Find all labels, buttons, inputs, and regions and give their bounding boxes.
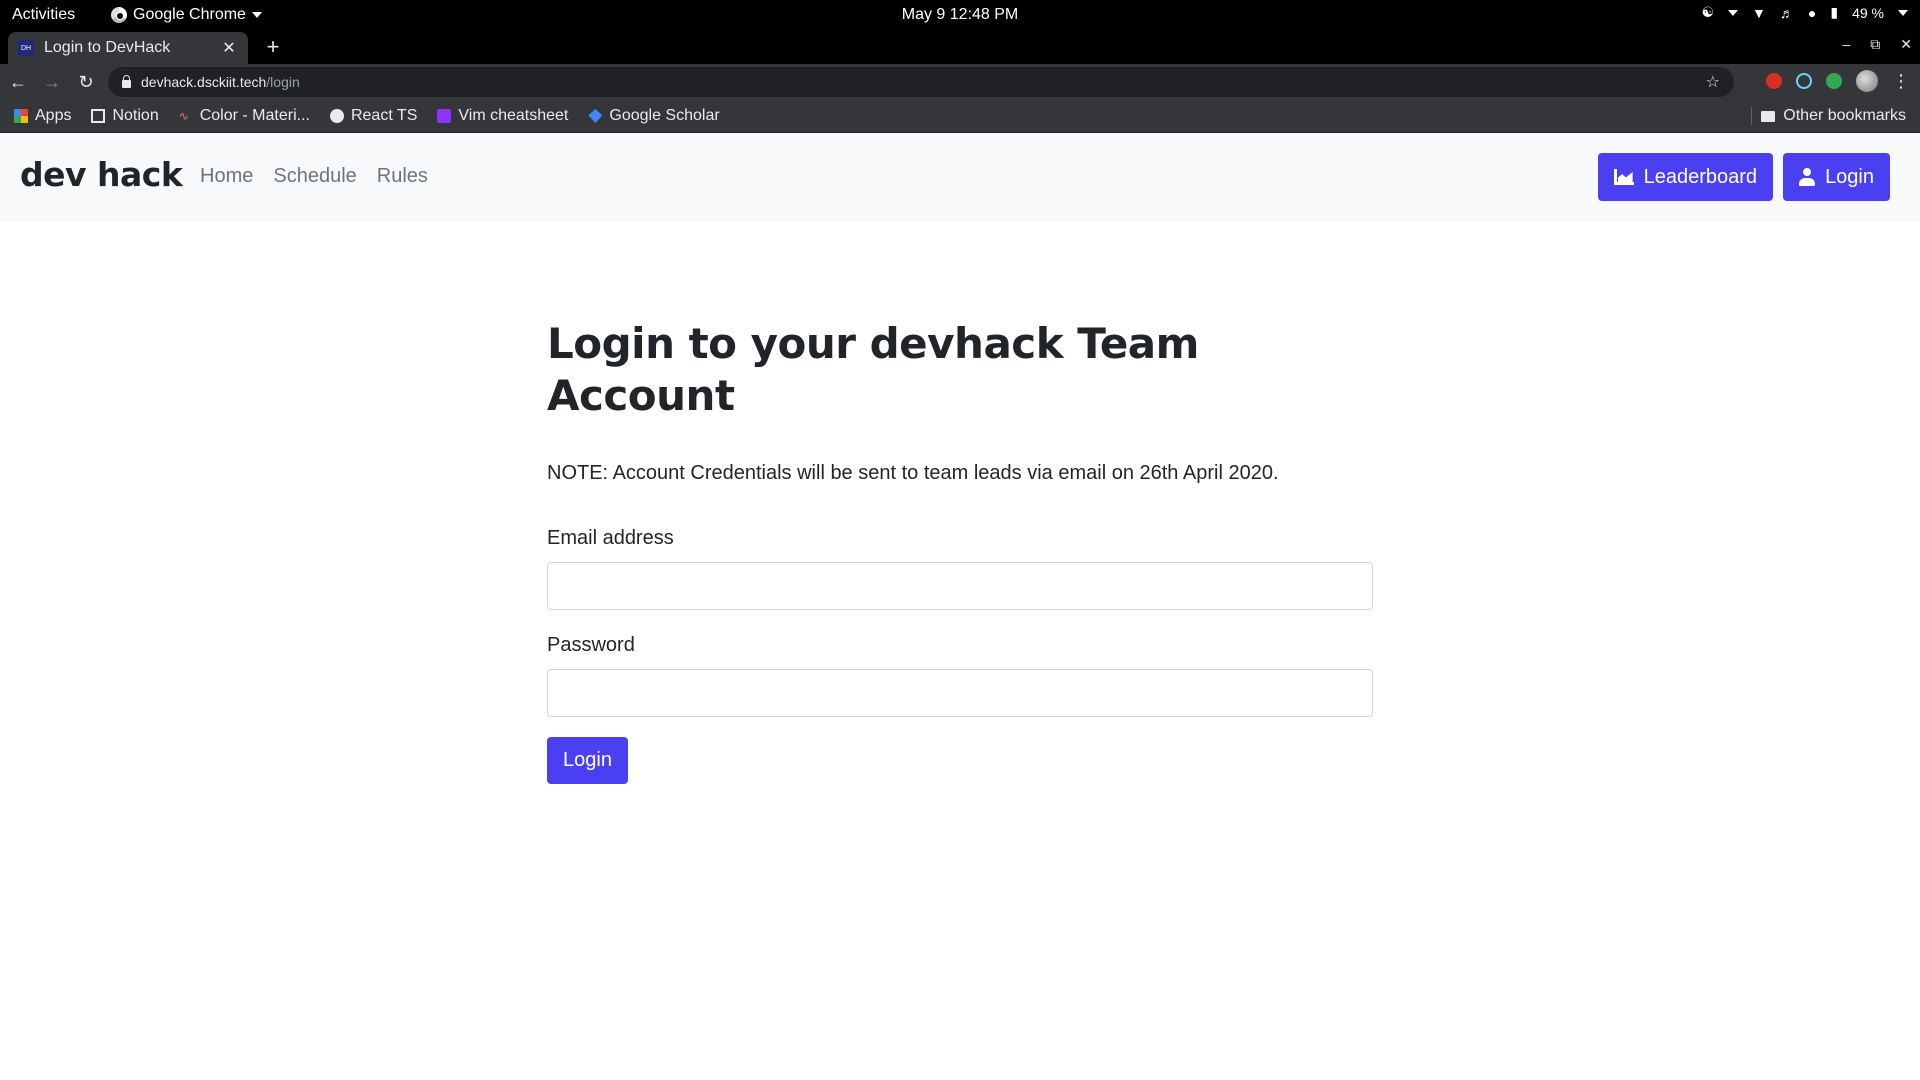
credentials-note: NOTE: Account Credentials will be sent t… [547, 462, 1279, 484]
other-bookmarks[interactable]: Other bookmarks [1761, 107, 1906, 125]
site-navbar: dev hack Home Schedule Rules Leaderboard… [0, 133, 1920, 222]
browser-toolbar: ← → ↻ devhack.dsckiit.tech/login ☆ ⋮ [0, 64, 1920, 100]
login-section: Login to your devhack Team Account NOTE:… [547, 318, 1373, 784]
login-nav-label: Login [1825, 165, 1874, 188]
address-bar[interactable]: devhack.dsckiit.tech/login ☆ [108, 67, 1734, 97]
bookmark-label: Apps [35, 107, 72, 124]
url-host: devhack.dsckiit.tech [141, 74, 267, 90]
browser-tab[interactable]: DH Login to DevHack ✕ [8, 32, 248, 64]
nav-rules[interactable]: Rules [377, 165, 428, 188]
bookmark-label: Vim cheatsheet [458, 107, 569, 124]
bookmark-notion[interactable]: Notion [91, 107, 159, 125]
wifi-icon: ▼ [1752, 4, 1766, 21]
tab-strip: DH Login to DevHack ✕ + – ⧉ ✕ [0, 30, 1920, 64]
folder-icon [1761, 110, 1776, 122]
bookmark-label: Color - Materi... [199, 107, 310, 124]
password-label: Password [547, 634, 635, 656]
bookmark-label: Google Scholar [609, 107, 720, 124]
chevron-down-icon [251, 12, 262, 18]
lock-icon[interactable] [122, 75, 131, 88]
brand-logo[interactable]: dev hack [20, 155, 183, 194]
forward-button[interactable]: → [36, 66, 68, 98]
bookmark-star-icon[interactable]: ☆ [1706, 72, 1720, 92]
react-devtools-icon[interactable] [1796, 73, 1812, 89]
back-button[interactable]: ← [2, 66, 34, 98]
more-menu-icon[interactable]: ⋮ [1892, 71, 1910, 92]
email-field[interactable] [547, 562, 1373, 610]
password-field[interactable] [547, 669, 1373, 717]
bookmark-label: Notion [112, 107, 159, 124]
window-controls: – ⧉ ✕ [1842, 36, 1912, 53]
bookmark-vim[interactable]: Vim cheatsheet [437, 107, 568, 125]
area-chart-icon [1613, 169, 1634, 185]
activities-button[interactable]: Activities [12, 6, 75, 24]
reload-button[interactable]: ↻ [70, 66, 102, 98]
chrome-logo-icon [111, 7, 127, 23]
app-menu[interactable]: Google Chrome [111, 6, 262, 24]
login-nav-button[interactable]: Login [1783, 153, 1890, 201]
nav-schedule[interactable]: Schedule [273, 165, 356, 188]
leaderboard-label: Leaderboard [1643, 165, 1758, 188]
bookmark-react-ts[interactable]: React TS [329, 107, 418, 125]
nav-actions: Leaderboard Login [1597, 153, 1890, 201]
chevron-down-icon[interactable] [1728, 9, 1739, 16]
bookmark-separator [1751, 107, 1752, 125]
os-top-bar: Activities Google Chrome May 9 12:48 PM … [0, 0, 1920, 30]
material-icon: ∿ [178, 109, 189, 123]
nav-links: Home Schedule Rules [200, 165, 428, 188]
volume-icon: ♬ [1779, 4, 1794, 21]
bookmark-apps[interactable]: Apps [14, 107, 71, 125]
extension-icon[interactable] [1766, 73, 1782, 89]
close-window-button[interactable]: ✕ [1900, 36, 1912, 53]
app-menu-label: Google Chrome [133, 6, 246, 23]
chevron-down-icon[interactable] [1898, 9, 1908, 16]
login-submit-button[interactable]: Login [547, 737, 628, 784]
clock[interactable]: May 9 12:48 PM [902, 6, 1019, 23]
other-bookmarks-label: Other bookmarks [1783, 107, 1906, 124]
new-tab-button[interactable]: + [260, 34, 286, 60]
vim-icon [437, 109, 452, 123]
bookmark-google-scholar[interactable]: Google Scholar [588, 107, 720, 125]
devhack-favicon-icon: DH [18, 40, 34, 56]
system-tray[interactable]: ☯ ▼ ♬ ● ▮ 49 % [1701, 4, 1908, 21]
extension-icon[interactable] [1826, 73, 1842, 89]
leaderboard-button[interactable]: Leaderboard [1597, 153, 1774, 201]
battery-icon: ▮ [1830, 4, 1839, 20]
bookmarks-bar: Apps Notion ∿ Color - Materi... React TS … [0, 100, 1920, 133]
close-icon[interactable]: ✕ [220, 38, 238, 58]
nav-home[interactable]: Home [200, 165, 253, 188]
notion-icon [91, 109, 106, 123]
bookmark-material-color[interactable]: ∿ Color - Materi... [179, 107, 310, 125]
restore-button[interactable]: ⧉ [1870, 36, 1880, 53]
minimize-button[interactable]: – [1842, 36, 1850, 53]
accessibility-icon[interactable]: ☯ [1701, 4, 1714, 21]
email-label: Email address [547, 527, 674, 549]
apps-grid-icon [14, 109, 28, 123]
microphone-icon: ● [1807, 4, 1817, 21]
page-title: Login to your devhack Team Account [547, 319, 1199, 420]
user-icon [1799, 168, 1816, 186]
globe-icon [329, 109, 344, 123]
extensions-area: ⋮ [1766, 70, 1910, 92]
battery-percent: 49 % [1852, 4, 1884, 21]
bookmark-label: React TS [350, 107, 418, 124]
url-path: /login [266, 74, 300, 90]
profile-avatar[interactable] [1856, 70, 1878, 92]
scholar-icon [588, 109, 603, 123]
tab-title: Login to DevHack [44, 39, 171, 56]
